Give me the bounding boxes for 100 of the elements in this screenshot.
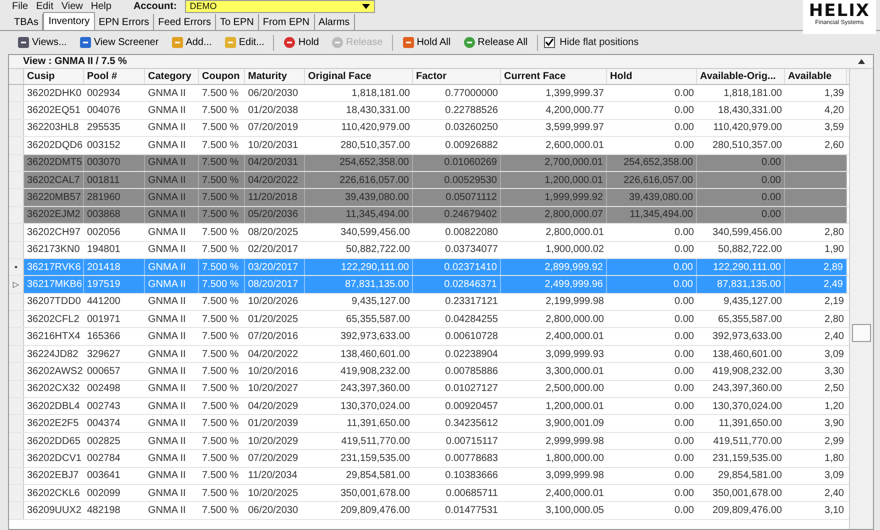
column-header[interactable]: Hold [607, 69, 697, 84]
table-cell [785, 172, 847, 188]
scroll-thumb[interactable] [852, 324, 871, 342]
table-cell-text: 0.00 [674, 382, 695, 396]
table-cell: 201418 [84, 258, 145, 276]
column-header[interactable]: Original Face [305, 69, 413, 84]
toolbar-button[interactable]: Hold All [398, 35, 454, 50]
menu-item[interactable]: Edit [36, 0, 54, 12]
table-cell-text: 7.500 % [201, 452, 240, 466]
menu-item[interactable]: View [61, 0, 83, 12]
row-header[interactable] [9, 468, 24, 484]
table-cell-text: 392,973,633.00 [339, 330, 411, 344]
table-cell-text: 04/20/2022 [247, 348, 300, 362]
toolbar-button[interactable]: Release All [460, 35, 531, 50]
row-header[interactable] [9, 85, 24, 102]
table-cell-text: 0.00785886 [444, 364, 499, 379]
tab[interactable]: Feed Errors [154, 14, 216, 30]
menu-item[interactable]: File [12, 0, 28, 12]
row-header[interactable] [9, 120, 24, 136]
table-cell-text: 138,460,601.00 [339, 348, 411, 362]
tab[interactable]: Alarms [314, 14, 355, 30]
row-header[interactable] [9, 294, 24, 310]
row-header[interactable]: ▷ [9, 276, 24, 293]
column-header[interactable]: Current Face [501, 69, 607, 84]
table-cell-text: 280,510,357.00 [339, 138, 411, 153]
toolbar-button[interactable]: Edit... [220, 35, 268, 50]
column-header[interactable]: Coupon [199, 69, 245, 84]
row-header[interactable] [9, 484, 24, 502]
table-cell: 281960 [84, 189, 145, 206]
column-header[interactable]: Pool # [84, 69, 145, 84]
toolbar-button[interactable]: Hold [280, 35, 322, 50]
scrollbar[interactable] [849, 69, 873, 529]
column-header[interactable]: Factor [413, 69, 501, 84]
table-cell-text: 231,159,535.00 [339, 452, 411, 466]
table-cell-text: 36224JD82 [26, 348, 80, 362]
table-cell-text: GNMA II [147, 452, 187, 466]
table-cell: GNMA II [145, 154, 199, 171]
row-header[interactable] [9, 154, 24, 171]
table-cell: 003070 [84, 154, 145, 171]
table-cell: 1,999,999.92 [501, 189, 607, 206]
row-header[interactable] [9, 137, 24, 154]
row-header[interactable] [9, 206, 24, 224]
account-dropdown[interactable]: DEMO [184, 0, 375, 12]
column-header[interactable]: Cusip [24, 69, 84, 84]
tab[interactable]: Inventory [43, 12, 95, 30]
table-cell-text: 02/20/2017 [247, 243, 300, 258]
table-cell-text: 280,510,357.00 [711, 138, 783, 153]
table-cell: 11,345,494.00 [607, 206, 697, 224]
toolbar-button[interactable]: Add... [168, 35, 215, 50]
column-header[interactable]: Available-Orig... [697, 69, 785, 84]
table-cell-text: 2,500,000.00 [544, 382, 605, 396]
tab[interactable]: EPN Errors [94, 14, 154, 30]
row-header[interactable]: • [9, 258, 24, 276]
menu-item[interactable]: Help [90, 0, 112, 12]
row-header[interactable] [9, 363, 24, 380]
table-cell-text: 243,397,360.00 [339, 382, 411, 396]
tab[interactable]: To EPN [216, 14, 259, 30]
table-cell-text: 419,908,232.00 [339, 364, 411, 379]
table-cell-text: 340,599,456.00 [339, 226, 411, 240]
table-cell-text: 0.00 [674, 504, 695, 518]
table-cell: GNMA II [145, 172, 199, 188]
row-header[interactable] [9, 102, 24, 119]
table-cell-text: 3,09 [824, 469, 845, 484]
row-header[interactable] [9, 242, 24, 258]
row-header[interactable] [9, 502, 24, 519]
row-header[interactable] [9, 432, 24, 450]
table-cell-text: 002056 [86, 226, 122, 240]
table-cell-text: 2,50 [824, 382, 845, 396]
table-cell-text: 3,099,999.98 [544, 469, 605, 484]
tab[interactable]: From EPN [258, 14, 315, 30]
row-header[interactable] [9, 415, 24, 432]
column-header[interactable]: Available [785, 69, 847, 84]
toolbar-icon [462, 36, 476, 49]
table-cell-text: 441200 [86, 295, 122, 310]
table-cell-text: 07/20/2016 [247, 330, 300, 344]
row-header[interactable] [9, 450, 24, 467]
row-header[interactable] [9, 311, 24, 328]
table-cell-text: 04/20/2029 [247, 400, 300, 414]
row-header[interactable] [9, 172, 24, 188]
row-header[interactable] [9, 398, 24, 414]
row-header[interactable] [9, 346, 24, 362]
table-cell-text: GNMA II [147, 312, 187, 327]
table-cell-text: 004374 [86, 417, 122, 432]
row-header[interactable] [9, 328, 24, 345]
checkbox[interactable] [544, 37, 555, 48]
toolbar-button[interactable]: View Screener [76, 35, 162, 50]
table-cell-text: GNMA II [147, 364, 187, 379]
table-cell-text: 7.500 % [201, 364, 240, 379]
column-header[interactable]: Maturity [245, 69, 305, 84]
scroll-up-icon[interactable] [858, 59, 865, 64]
row-header[interactable] [9, 380, 24, 398]
table-cell-text: 36202DCV1 [26, 452, 82, 466]
table-cell-text: 7.500 % [201, 434, 240, 448]
toolbar-button[interactable]: Views... [14, 35, 70, 50]
column-header[interactable]: Category [145, 69, 199, 84]
hide-flat-checkbox[interactable]: Hide flat positions [544, 37, 639, 48]
table-cell-text: GNMA II [147, 138, 187, 153]
table-cell-text: GNMA II [147, 121, 187, 136]
row-header[interactable] [9, 224, 24, 241]
row-header[interactable] [9, 189, 24, 206]
